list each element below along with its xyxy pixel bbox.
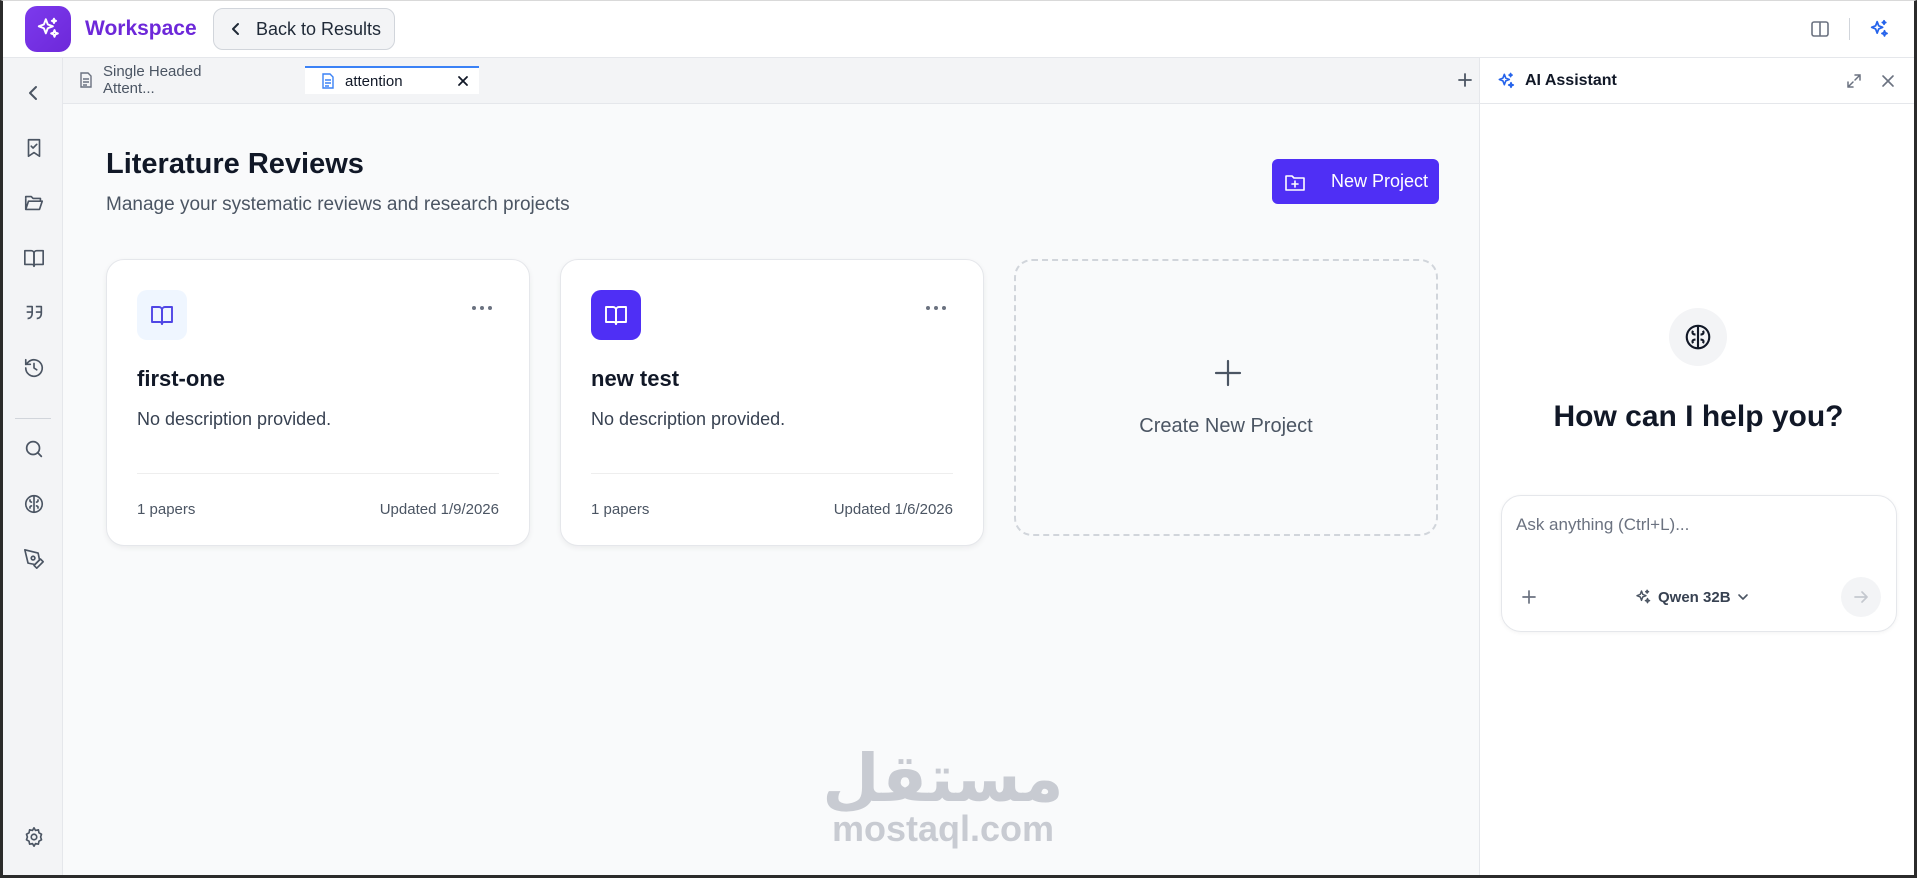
send-button[interactable]	[1841, 577, 1881, 617]
chat-composer: Qwen 32B	[1501, 495, 1897, 632]
project-title: first-one	[137, 366, 225, 391]
sidebar-divider	[15, 418, 51, 419]
expand-icon[interactable]	[1844, 71, 1864, 91]
toolbar-separator	[1849, 18, 1850, 40]
more-options-icon[interactable]	[469, 298, 495, 318]
tab-attention[interactable]: attention	[305, 66, 479, 94]
brain-icon[interactable]	[21, 491, 47, 517]
page-subtitle: Manage your systematic reviews and resea…	[106, 194, 570, 215]
close-icon[interactable]	[457, 75, 469, 87]
card-divider	[137, 473, 499, 474]
left-sidebar	[3, 58, 63, 875]
tab-single-headed-attention[interactable]: Single Headed Attent...	[63, 63, 253, 97]
more-options-icon[interactable]	[923, 298, 949, 318]
folder-plus-icon	[1285, 173, 1305, 191]
history-icon[interactable]	[21, 355, 47, 381]
model-name: Qwen 32B	[1658, 588, 1731, 606]
tab-label: attention	[345, 72, 403, 90]
book-open-icon[interactable]	[21, 245, 47, 271]
create-new-project-card[interactable]: Create New Project	[1014, 259, 1438, 536]
sparkles-icon	[1496, 71, 1516, 91]
bookmark-check-icon[interactable]	[21, 135, 47, 161]
assistant-title: AI Assistant	[1525, 72, 1617, 89]
assistant-header: AI Assistant	[1480, 58, 1914, 104]
brain-icon	[1669, 308, 1727, 366]
add-tab-icon[interactable]	[1453, 68, 1477, 92]
back-button-label: Back to Results	[256, 18, 382, 39]
project-meta: 1 papers Updated 1/9/2026	[137, 501, 499, 518]
chevron-left-icon	[230, 22, 242, 36]
new-project-label: New Project	[1331, 171, 1429, 191]
project-card[interactable]: first-one No description provided. 1 pap…	[106, 259, 530, 546]
folder-open-icon[interactable]	[21, 190, 47, 216]
arrow-right-icon	[1853, 589, 1869, 605]
ai-assistant-panel: AI Assistant How can I help you? Qwen 32…	[1479, 58, 1914, 875]
project-card[interactable]: new test No description provided. 1 pape…	[560, 259, 984, 546]
project-description: No description provided.	[591, 409, 786, 429]
create-project-label: Create New Project	[1139, 415, 1313, 437]
card-divider	[591, 473, 953, 474]
gear-icon[interactable]	[21, 824, 47, 850]
top-bar: Workspace Back to Results	[3, 1, 1914, 58]
file-text-icon	[79, 72, 93, 88]
project-title: new test	[591, 366, 680, 391]
split-panel-icon[interactable]	[1808, 17, 1832, 41]
watermark: مستقل mostaql.com	[783, 740, 1103, 849]
app-window: Workspace Back to Results Single Headed …	[0, 0, 1917, 878]
document-tabs: Single Headed Attent... attention	[63, 58, 1479, 104]
paper-count: 1 papers	[591, 501, 650, 518]
tab-label: Single Headed Attent...	[103, 63, 202, 97]
chat-input[interactable]	[1516, 510, 1876, 540]
watermark-arabic: مستقل	[822, 740, 1064, 817]
updated-date: Updated 1/6/2026	[833, 501, 953, 518]
main-content: Literature Reviews Manage your systemati…	[63, 104, 1479, 875]
close-icon[interactable]	[1878, 71, 1898, 91]
book-open-icon	[137, 290, 187, 340]
chevron-left-icon[interactable]	[21, 80, 47, 106]
page-title: Literature Reviews	[106, 148, 364, 180]
updated-date: Updated 1/9/2026	[379, 501, 499, 518]
project-description: No description provided.	[137, 409, 332, 429]
book-open-icon	[591, 290, 641, 340]
quote-icon[interactable]	[21, 300, 47, 326]
sparkles-icon[interactable]	[1867, 17, 1891, 41]
file-text-icon	[321, 73, 335, 89]
sparkles-icon	[1634, 588, 1652, 606]
sparkles-icon	[35, 16, 61, 42]
paper-count: 1 papers	[137, 501, 196, 518]
brand-name: Workspace	[85, 17, 197, 40]
pen-tool-icon[interactable]	[21, 546, 47, 572]
plus-icon	[1212, 357, 1244, 389]
project-meta: 1 papers Updated 1/6/2026	[591, 501, 953, 518]
assistant-greeting: How can I help you?	[1553, 400, 1844, 433]
model-selector[interactable]: Qwen 32B	[1634, 586, 1749, 608]
chevron-down-icon	[1737, 591, 1749, 603]
search-icon[interactable]	[21, 436, 47, 462]
attach-plus-icon[interactable]	[1518, 586, 1540, 608]
app-logo[interactable]	[25, 6, 71, 52]
back-to-results-button[interactable]: Back to Results	[213, 8, 395, 50]
new-project-button[interactable]: New Project	[1272, 159, 1439, 204]
